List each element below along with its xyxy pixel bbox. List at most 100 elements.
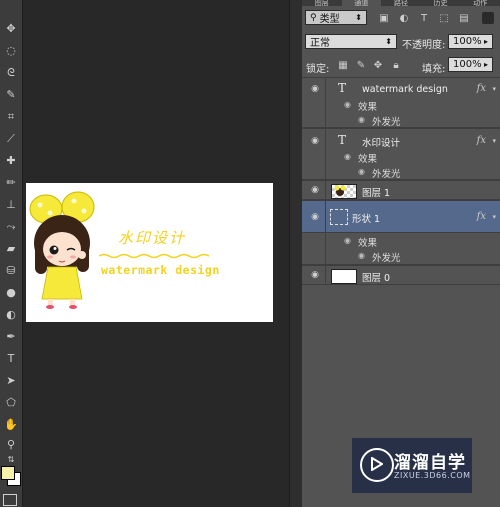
tab-layers[interactable]: 图层: [302, 0, 342, 6]
fill-input[interactable]: 100% ▸: [448, 57, 493, 72]
layer-effects-row: ◉ 效果 ◉ 外发光: [302, 233, 500, 265]
path-select-tool-icon[interactable]: ➤: [2, 372, 20, 388]
fill-value: 100%: [453, 59, 482, 70]
lock-all-icon[interactable]: 🔒︎: [390, 59, 402, 71]
fx-icon[interactable]: fx: [477, 83, 486, 94]
quick-mask-icon[interactable]: [3, 494, 17, 506]
opacity-input[interactable]: 100% ▸: [448, 34, 493, 49]
chevron-down-icon[interactable]: ▾: [492, 85, 496, 93]
eye-icon[interactable]: ◉: [358, 167, 365, 176]
eye-icon[interactable]: ◉: [308, 84, 322, 94]
eraser-tool-icon[interactable]: ▰: [2, 240, 20, 256]
layer-name[interactable]: 形状 1: [352, 211, 380, 225]
brush-tool-icon[interactable]: ✏: [2, 174, 20, 190]
lock-pixels-icon[interactable]: ✎: [355, 59, 367, 71]
shape-layer-icon: [330, 209, 348, 225]
girl-illustration: [29, 191, 95, 309]
opacity-label: 不透明度:: [402, 40, 446, 51]
divider: [325, 233, 326, 264]
lock-transparent-icon[interactable]: ▦: [337, 59, 349, 71]
chevron-right-icon: ▸: [483, 37, 488, 46]
document-canvas[interactable]: 水印设计 watermark design: [26, 183, 273, 322]
eyedropper-tool-icon[interactable]: ⟋: [2, 130, 20, 146]
layer-row[interactable]: ◉ T watermark design fx ▾ ◉ 效果 ◉ 外发光: [302, 77, 500, 128]
layer-name[interactable]: 图层 0: [362, 270, 390, 284]
layer-name[interactable]: 图层 1: [362, 185, 390, 199]
blend-mode-select[interactable]: 正常 ⬍: [305, 34, 397, 49]
filter-toggle-icon[interactable]: [482, 12, 494, 24]
blend-mode-value: 正常: [310, 38, 330, 49]
shape-filter-icon[interactable]: ⬚: [438, 12, 450, 24]
fx-icon[interactable]: fx: [477, 135, 486, 146]
eye-icon[interactable]: ◉: [308, 212, 322, 222]
crop-tool-icon[interactable]: ⌗: [2, 108, 20, 124]
chevron-down-icon[interactable]: ▾: [492, 213, 496, 221]
effects-label: 效果: [358, 154, 378, 165]
healing-brush-tool-icon[interactable]: ✚: [2, 152, 20, 168]
type-filter-icon[interactable]: T: [418, 12, 430, 24]
layer-filter-select[interactable]: ⚲ 类型 ⬍: [305, 10, 367, 25]
lock-label: 锁定:: [306, 64, 330, 75]
divider: [325, 78, 326, 127]
blur-tool-icon[interactable]: ●: [2, 284, 20, 300]
pen-tool-icon[interactable]: ✒: [2, 328, 20, 344]
type-tool-icon[interactable]: T: [2, 350, 20, 366]
canvas-title-text: 水印设计: [118, 229, 187, 247]
eye-icon[interactable]: ◉: [358, 251, 365, 260]
shape-tool-icon[interactable]: ⬠: [2, 394, 20, 410]
panel-gutter: [289, 0, 303, 507]
layer-name[interactable]: watermark design: [362, 84, 448, 95]
eye-icon[interactable]: ◉: [308, 136, 322, 146]
quick-select-tool-icon[interactable]: ✎: [2, 86, 20, 102]
foreground-color-swatch[interactable]: [1, 466, 15, 480]
smart-object-filter-icon[interactable]: ▤: [458, 12, 470, 24]
effects-label: 效果: [358, 102, 378, 113]
paint-bucket-tool-icon[interactable]: ⛁: [2, 262, 20, 278]
eye-icon[interactable]: ◉: [308, 270, 322, 280]
effect-outer-glow[interactable]: 外发光: [372, 166, 401, 180]
lasso-tool-icon[interactable]: ᘓ: [2, 64, 20, 80]
canvas-subtitle-text: watermark design: [101, 263, 220, 277]
effects-label: 效果: [358, 238, 378, 249]
hand-tool-icon[interactable]: ✋: [2, 416, 20, 432]
adjustment-filter-icon[interactable]: ◐: [398, 12, 410, 24]
girl-thumbnail-icon: [334, 185, 346, 196]
fill-label: 填充:: [422, 64, 446, 75]
wave-decoration: [99, 253, 209, 259]
eye-icon[interactable]: ◉: [358, 115, 365, 124]
tab-paths[interactable]: 路径: [381, 0, 421, 6]
layer-row[interactable]: ◉ T 水印设计 fx ▾ ◉ 效果 ◉ 外发光: [302, 128, 500, 180]
image-filter-icon[interactable]: ▣: [378, 12, 390, 24]
eye-icon[interactable]: ◉: [344, 100, 351, 109]
chevron-down-icon: ⬍: [385, 37, 392, 46]
layer-row-selected[interactable]: ◉ 形状 1 fx ▾: [302, 200, 500, 233]
search-icon: ⚲: [310, 12, 317, 23]
tab-channels[interactable]: 通道: [341, 0, 382, 6]
eye-icon[interactable]: ◉: [344, 152, 351, 161]
divider: [325, 129, 326, 179]
effect-outer-glow[interactable]: 外发光: [372, 250, 401, 264]
layer-thumbnail: [331, 269, 357, 284]
tab-history[interactable]: 历史: [421, 0, 461, 6]
tools-panel: ✥ ◌ ᘓ ✎ ⌗ ⟋ ✚ ✏ ⊥ ⤳ ▰ ⛁ ● ◐ ✒ T ➤ ⬠ ✋ ⚲ …: [0, 0, 23, 507]
fx-icon[interactable]: fx: [477, 211, 486, 222]
history-brush-tool-icon[interactable]: ⤳: [2, 218, 20, 234]
effect-outer-glow[interactable]: 外发光: [372, 114, 401, 128]
marquee-tool-icon[interactable]: ◌: [2, 42, 20, 58]
tab-actions[interactable]: 动作: [460, 0, 500, 6]
move-tool-icon[interactable]: ✥: [2, 20, 20, 36]
chevron-down-icon[interactable]: ▾: [492, 137, 496, 145]
layer-name[interactable]: 水印设计: [362, 135, 400, 149]
chevron-down-icon: ⬍: [355, 13, 362, 22]
dodge-tool-icon[interactable]: ◐: [2, 306, 20, 322]
clone-stamp-tool-icon[interactable]: ⊥: [2, 196, 20, 212]
chevron-right-icon: ▸: [483, 60, 488, 69]
zoom-tool-icon[interactable]: ⚲: [2, 436, 20, 452]
eye-icon[interactable]: ◉: [344, 236, 351, 245]
lock-position-icon[interactable]: ✥: [372, 59, 384, 71]
divider: [325, 181, 326, 199]
layer-row[interactable]: ◉ 图层 0: [302, 265, 500, 285]
layer-row[interactable]: ◉ 图层 1: [302, 180, 500, 200]
watermark-title: 溜溜自学: [394, 453, 466, 473]
eye-icon[interactable]: ◉: [308, 185, 322, 195]
